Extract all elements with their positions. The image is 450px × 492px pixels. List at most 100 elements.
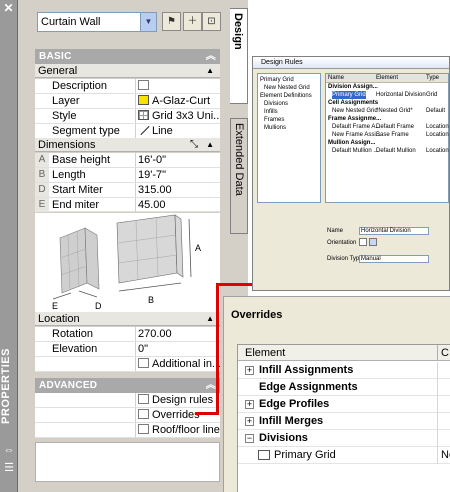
tab-extended-data-label: Extended Data: [233, 123, 245, 196]
row-label: Description: [52, 80, 108, 92]
row-value: Design rules: [152, 394, 214, 406]
tree-item[interactable]: Infills: [260, 108, 318, 116]
column-header[interactable]: Element: [376, 74, 398, 82]
general-section[interactable]: General ▲: [35, 64, 220, 78]
dimension-edit-icon[interactable]: ⤡: [190, 138, 198, 152]
object-type-dropdown[interactable]: Curtain Wall ▼: [37, 12, 157, 32]
description-icon[interactable]: [138, 80, 149, 90]
collapse-icon[interactable]: ︽: [206, 49, 216, 64]
worksheet-icon[interactable]: [138, 424, 149, 434]
description-row[interactable]: Description: [35, 79, 220, 94]
advanced-category[interactable]: ADVANCED ︽: [35, 378, 220, 393]
chevron-down-icon[interactable]: ▼: [140, 13, 156, 31]
orientation-vertical-icon[interactable]: [369, 238, 377, 246]
override-row-infill-merges[interactable]: + Infill Merges: [238, 413, 450, 430]
design-rules-tree[interactable]: Primary Grid New Nested Grid Element Def…: [257, 73, 321, 203]
palette-title-strip: ✕ PROPERTIES ⇔ ☰: [0, 0, 18, 492]
row-value[interactable]: 0": [135, 342, 220, 356]
grid-row[interactable]: New Nested Grid *Nested Grid* Default: [326, 107, 448, 115]
basic-category[interactable]: BASIC ︽: [35, 49, 220, 64]
tree-item[interactable]: Element Definitions: [260, 92, 318, 100]
override-row-edge-profiles[interactable]: + Edge Profiles: [238, 396, 450, 413]
location-section[interactable]: Location ▲: [35, 312, 220, 326]
caret-up-icon[interactable]: ▲: [206, 312, 214, 326]
caret-up-icon[interactable]: ▲: [206, 138, 214, 152]
row-label: Layer: [52, 95, 80, 107]
overrides-row[interactable]: Overrides: [35, 408, 220, 423]
palette-menu-icon[interactable]: ☰: [3, 462, 15, 474]
column-element[interactable]: Element: [245, 345, 285, 361]
row-label: Edge Profiles: [259, 398, 330, 410]
column-header[interactable]: Name: [328, 74, 344, 82]
caret-up-icon[interactable]: ▲: [206, 64, 214, 78]
row-value[interactable]: 45.00: [135, 198, 220, 212]
tab-design[interactable]: Design: [230, 8, 248, 104]
dimensions-section-label: Dimensions: [38, 139, 96, 151]
layer-row[interactable]: Layer A-Glaz-Curt: [35, 94, 220, 109]
start-miter-row[interactable]: D Start Miter 315.00: [35, 183, 220, 198]
roof-floor-line-row[interactable]: Roof/floor line: [35, 423, 220, 438]
grid-row[interactable]: Frame Assignme...: [326, 115, 448, 123]
row-label: Edge Assignments: [259, 381, 358, 393]
rotation-row[interactable]: Rotation 270.00: [35, 327, 220, 342]
orientation-horizontal-icon[interactable]: [359, 238, 367, 246]
grid-icon: [138, 110, 149, 120]
collapse-icon[interactable]: −: [245, 434, 254, 443]
tree-item[interactable]: New Nested Grid: [260, 84, 318, 92]
row-value[interactable]: 16'-0": [135, 153, 220, 167]
select-objects-icon[interactable]: ⊡: [202, 12, 221, 31]
style-row[interactable]: Style Grid 3x3 Uni...: [35, 109, 220, 124]
segment-type-row[interactable]: Segment type Line: [35, 124, 220, 139]
grid-row[interactable]: Mullion Assign...: [326, 139, 448, 147]
row-label: End miter: [52, 199, 100, 211]
close-icon[interactable]: ✕: [2, 2, 15, 15]
division-type-select[interactable]: Manual: [359, 255, 429, 263]
name-input[interactable]: Horizontal Division: [359, 227, 429, 235]
override-row-edge-assignments[interactable]: Edge Assignments: [238, 379, 450, 396]
grid-row[interactable]: New Frame Assi... Base Frame Location: [326, 131, 449, 139]
worksheet-icon[interactable]: [138, 358, 149, 368]
expand-icon[interactable]: +: [245, 400, 254, 409]
tree-item[interactable]: Divisions: [260, 100, 318, 108]
row-value[interactable]: 315.00: [135, 183, 220, 197]
tree-item[interactable]: Frames: [260, 116, 318, 124]
row-value: Grid 3x3 Uni...: [152, 110, 220, 122]
base-height-row[interactable]: A Base height 16'-0": [35, 153, 220, 168]
column-header[interactable]: Type: [426, 74, 439, 82]
grid-row[interactable]: Primary Grid Horizontal Division Grid: [326, 91, 448, 99]
worksheet-icon[interactable]: [138, 409, 149, 419]
override-row-divisions[interactable]: − Divisions: [238, 430, 450, 447]
grid-row[interactable]: Cell Assignments: [326, 99, 448, 107]
additional-info-row[interactable]: Additional in...: [35, 357, 220, 372]
override-row-infill-assignments[interactable]: + Infill Assignments: [238, 362, 450, 379]
grid-header: Name Element Type: [326, 74, 448, 83]
end-miter-row[interactable]: E End miter 45.00: [35, 198, 220, 212]
expand-icon[interactable]: +: [245, 417, 254, 426]
elevation-row[interactable]: Elevation 0": [35, 342, 220, 357]
length-row[interactable]: B Length 19'-7": [35, 168, 220, 183]
row-value[interactable]: 270.00: [135, 327, 220, 341]
override-row-primary-grid[interactable]: Primary Grid No: [238, 447, 450, 464]
tree-item[interactable]: Primary Grid: [260, 76, 318, 84]
expand-icon[interactable]: +: [245, 366, 254, 375]
label-e: E: [52, 301, 58, 311]
grid-row[interactable]: Default Mullion ... Default Mullion Locati…: [326, 147, 449, 155]
location-section-label: Location: [38, 313, 80, 325]
dimensions-section[interactable]: Dimensions ⤡ ▲: [35, 138, 220, 152]
row-value[interactable]: 19'-7": [135, 168, 220, 182]
overrides-table: Element C + Infill Assignments Edge Assi…: [237, 344, 450, 492]
grid-row[interactable]: Division Assign...: [326, 83, 448, 91]
tab-extended-data[interactable]: Extended Data: [230, 118, 248, 234]
label-d: D: [95, 301, 102, 311]
auto-hide-icon[interactable]: ⇔: [3, 444, 15, 456]
tree-item[interactable]: Mullions: [260, 124, 318, 132]
grid-row[interactable]: Default Frame A... Default Frame Location: [326, 123, 449, 131]
dimension-letter: A: [35, 153, 49, 167]
callout-line-vertical: [216, 283, 219, 414]
toggle-pickadd-icon[interactable]: ＋: [183, 12, 202, 31]
quick-select-icon[interactable]: ⚑: [162, 12, 181, 31]
column-second[interactable]: C: [437, 345, 450, 361]
design-rules-row[interactable]: Design rules: [35, 393, 220, 408]
worksheet-icon[interactable]: [138, 394, 149, 404]
collapse-icon[interactable]: ︽: [206, 378, 216, 393]
